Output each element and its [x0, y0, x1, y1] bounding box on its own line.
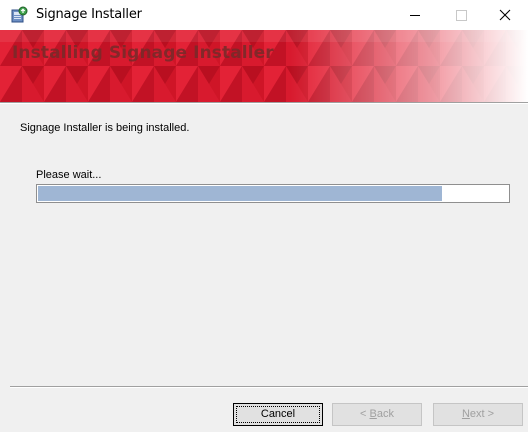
- close-button[interactable]: [482, 0, 528, 30]
- installer-icon: [10, 6, 28, 24]
- wait-label: Please wait...: [36, 169, 102, 181]
- back-button[interactable]: < Back: [332, 403, 422, 426]
- next-button[interactable]: Next >: [433, 403, 523, 426]
- back-button-accelerator: B: [369, 408, 377, 420]
- next-button-label: ext >: [469, 408, 495, 420]
- back-button-label: ack: [376, 408, 394, 420]
- maximize-icon: [456, 10, 467, 21]
- footer-divider-highlight: [10, 387, 528, 388]
- cancel-button[interactable]: Cancel: [233, 403, 323, 426]
- minimize-icon: [410, 15, 420, 16]
- banner-title: Installing Signage Installer: [12, 43, 274, 63]
- banner: Installing Signage Installer: [0, 30, 528, 102]
- focus-rectangle: [236, 406, 320, 423]
- title-bar[interactable]: Signage Installer: [0, 0, 528, 30]
- maximize-button[interactable]: [438, 0, 484, 30]
- window-title: Signage Installer: [36, 7, 142, 22]
- progress-fill: [38, 186, 442, 201]
- install-progress-bar: [36, 184, 510, 203]
- installer-window: Signage Installer Installing Signage Ins…: [0, 0, 528, 432]
- minimize-button[interactable]: [392, 0, 438, 30]
- banner-divider-highlight: [0, 103, 528, 104]
- close-icon: [499, 9, 511, 21]
- status-text: Signage Installer is being installed.: [20, 122, 190, 134]
- banner-background: [0, 30, 528, 102]
- back-button-prefix: <: [360, 408, 370, 420]
- next-button-accelerator: N: [461, 408, 470, 420]
